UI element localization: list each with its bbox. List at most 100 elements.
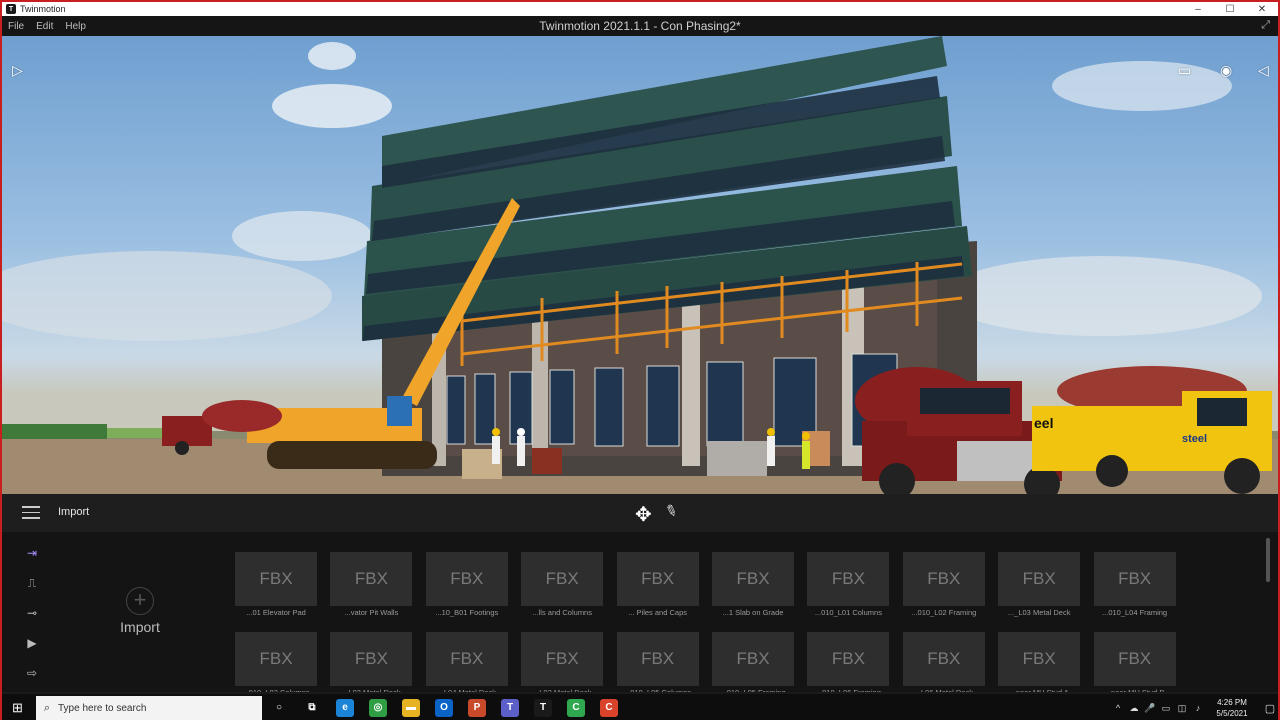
view-eye-icon[interactable]: ◉ — [1220, 62, 1232, 79]
menu-edit[interactable]: Edit — [30, 21, 59, 32]
panel-sidebar: ⇥ ⎍ ⊸ ▶ ⇨ — [2, 532, 62, 692]
taskbar-search-input[interactable]: ⌕ Type here to search — [36, 696, 262, 720]
import-tile[interactable]: FBX ...01 Elevator Pad — [235, 552, 317, 620]
import-tile[interactable]: FBX ...L02 Metal Deck — [521, 632, 604, 692]
import-tile[interactable]: FBX ...010_L04 Framing — [1093, 552, 1176, 620]
construction-scene: eel steel — [2, 36, 1278, 494]
menu-file[interactable]: File — [2, 21, 30, 32]
media-tab-icon[interactable]: ⊸ — [22, 606, 42, 622]
import-tile[interactable]: FBX ...10_B01 Footings — [425, 552, 508, 620]
import-tile[interactable]: FBX ...010_L02 Framing — [902, 552, 985, 620]
fbx-thumbnail: FBX — [998, 552, 1081, 606]
move-tool-icon[interactable]: ✥ — [635, 502, 652, 527]
expand-left-panel-icon[interactable]: ▷ — [12, 62, 23, 79]
menu-hamburger-icon[interactable] — [22, 506, 40, 519]
clock-time: 4:26 PM — [1217, 698, 1247, 707]
import-tile[interactable]: FBX ... Piles and Caps — [616, 552, 699, 620]
tray-expand-icon[interactable]: ^ — [1110, 703, 1126, 713]
tile-caption: ..._L03 Metal Deck — [1007, 608, 1071, 617]
tile-caption: ...L03 Metal Deck — [330, 688, 412, 692]
tile-caption: ...10_B01 Footings — [435, 608, 499, 617]
tile-caption: ...010_L03 Columns — [235, 688, 317, 692]
import-tile[interactable]: FBX ...1 Slab on Grade — [712, 552, 794, 620]
expand-icon[interactable]: ⤢ — [1261, 19, 1270, 32]
minimize-button[interactable]: – — [1182, 4, 1214, 15]
window-titlebar: T Twinmotion – ☐ ✕ — [2, 2, 1278, 16]
import-panel: ⇥ ⎍ ⊸ ▶ ⇨ + Import FBX ...01 Elevator Pad… — [2, 532, 1278, 692]
import-tile[interactable]: FBX ...L04 Metal Deck — [425, 632, 508, 692]
plus-icon: + — [126, 587, 154, 615]
tile-caption: ... Piles and Caps — [628, 608, 687, 617]
taskbar-task-view-icon[interactable]: ⧉ — [303, 699, 321, 717]
import-tab-icon[interactable]: ⇥ — [22, 546, 42, 562]
bottom-toolbar: Import ✥ ✎ — [2, 494, 1278, 532]
menu-help[interactable]: Help — [59, 21, 92, 32]
import-tile[interactable]: FBX ...lls and Columns — [521, 552, 604, 620]
tile-caption: ...vator Pit Walls — [344, 608, 399, 617]
import-tile[interactable]: FBX ...neer MU Stud B — [1093, 632, 1176, 692]
taskbar-cortana-icon[interactable]: ○ — [270, 699, 288, 717]
taskbar-teams-icon[interactable]: T — [501, 699, 519, 717]
fbx-thumbnail: FBX — [425, 552, 508, 606]
notification-icon[interactable]: ▢ — [1258, 702, 1278, 715]
fbx-thumbnail: FBX — [902, 632, 985, 686]
taskbar-chrome-icon[interactable]: ◎ — [369, 699, 387, 717]
battery-icon[interactable]: ▭ — [1158, 703, 1174, 714]
volume-icon[interactable]: ♪ — [1190, 703, 1206, 713]
import-tile[interactable]: FBX ...010_L05 Columns — [616, 632, 699, 692]
video-tab-icon[interactable]: ▶ — [22, 636, 42, 652]
search-placeholder: Type here to search — [58, 702, 147, 714]
truck-label-left: eel — [1034, 415, 1053, 431]
twinmotion-app-icon: T — [6, 4, 16, 14]
network-icon[interactable]: ◫ — [1174, 703, 1190, 714]
fbx-thumbnail: FBX — [902, 552, 985, 606]
import-tile[interactable]: FBX ..._L03 Metal Deck — [998, 552, 1081, 620]
start-windows-icon[interactable]: ⊞ — [12, 701, 26, 715]
taskbar-clock[interactable]: 4:26 PM 5/5/2021 — [1206, 697, 1258, 719]
import-tile[interactable]: FBX ...neer MU Stud A — [998, 632, 1081, 692]
windows-taskbar: ⊞ ⌕ Type here to search ○ ⧉ e ◎ ▬ O P T T C C ^ ☁ … — [2, 694, 1278, 720]
panel-title: Import — [58, 506, 90, 518]
import-tile[interactable]: FBX ...L06 Metal Deck — [902, 632, 985, 692]
tile-caption: ...01 Elevator Pad — [246, 608, 306, 617]
tile-caption: ...L02 Metal Deck — [521, 688, 603, 692]
import-add-label: Import — [120, 619, 160, 635]
import-tile[interactable]: FBX ...L03 Metal Deck — [330, 632, 413, 692]
fbx-thumbnail: FBX — [235, 552, 317, 606]
fbx-thumbnail: FBX — [521, 632, 604, 686]
import-tile[interactable]: FBX ...010_L06 Framing — [807, 632, 890, 692]
panel-scrollbar[interactable] — [1266, 538, 1270, 582]
taskbar-twinmotion-icon[interactable]: T — [534, 699, 552, 717]
import-tile[interactable]: FBX ...vator Pit Walls — [330, 552, 413, 620]
window-app-name: Twinmotion — [20, 4, 66, 14]
fbx-thumbnail: FBX — [616, 552, 699, 606]
import-tile[interactable]: FBX ...010_L01 Columns — [807, 552, 890, 620]
onedrive-icon[interactable]: ☁ — [1126, 703, 1142, 714]
tile-caption: ...010_L05 Columns — [617, 688, 699, 692]
taskbar-powerpoint-icon[interactable]: P — [468, 699, 486, 717]
taskbar-camtasia-red-icon[interactable]: C — [600, 699, 618, 717]
taskbar-edge-icon[interactable]: e — [336, 699, 354, 717]
aspect-ratio-icon[interactable]: ▭ — [1178, 62, 1191, 79]
fbx-thumbnail: FBX — [330, 632, 413, 686]
collapse-right-panel-icon[interactable]: ◁ — [1258, 62, 1269, 79]
microphone-icon[interactable]: 🎤 — [1142, 703, 1158, 714]
3d-viewport[interactable]: eel steel ▷ ▭ ◉ ◁ — [2, 36, 1278, 494]
fbx-thumbnail: FBX — [1093, 552, 1176, 606]
search-icon: ⌕ — [43, 701, 51, 714]
close-button[interactable]: ✕ — [1246, 4, 1278, 15]
export-tab-icon[interactable]: ⇨ — [22, 666, 42, 682]
import-tile[interactable]: FBX ...010_L05 Framing — [712, 632, 794, 692]
taskbar-camtasia-green-icon[interactable]: C — [567, 699, 585, 717]
import-add-button[interactable]: + Import — [102, 587, 178, 635]
taskbar-outlook-icon[interactable]: O — [435, 699, 453, 717]
picker-tool-icon[interactable]: ✎ — [662, 500, 680, 521]
truck-label-right: steel — [1182, 433, 1207, 445]
settings-tab-icon[interactable]: ⎍ — [22, 576, 42, 592]
import-tile[interactable]: FBX ...010_L03 Columns — [235, 632, 317, 692]
taskbar-file-explorer-icon[interactable]: ▬ — [402, 699, 420, 717]
menubar: File Edit Help Twinmotion 2021.1.1 - Con… — [2, 16, 1278, 36]
tile-caption: ...neer MU Stud B — [1094, 688, 1176, 692]
fbx-thumbnail: FBX — [712, 552, 794, 606]
restore-button[interactable]: ☐ — [1214, 4, 1246, 15]
